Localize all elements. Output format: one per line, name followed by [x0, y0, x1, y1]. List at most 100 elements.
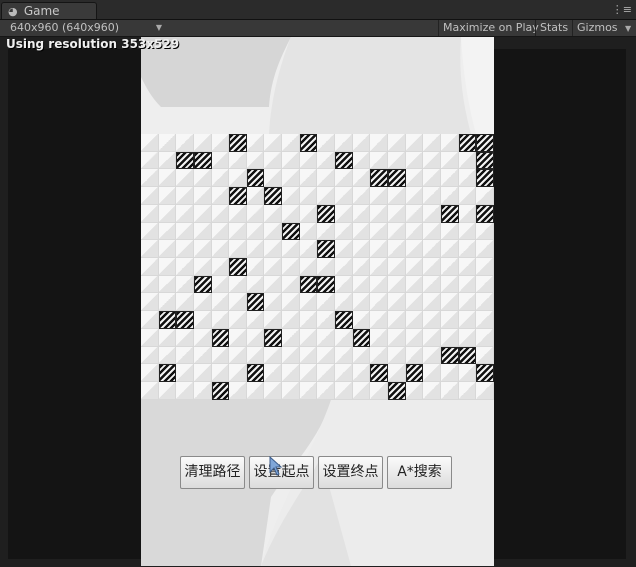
grid-cell[interactable]: [423, 293, 441, 312]
grid-cell[interactable]: [158, 293, 177, 312]
grid-cell[interactable]: [141, 134, 159, 152]
maximize-on-play-button[interactable]: Maximize on Play: [438, 20, 543, 36]
grid-cell-wall[interactable]: [299, 275, 318, 294]
grid-cell[interactable]: [158, 204, 177, 223]
grid-cell[interactable]: [141, 328, 159, 347]
grid-cell[interactable]: [317, 187, 336, 205]
grid-cell[interactable]: [352, 311, 371, 329]
grid-cell[interactable]: [282, 169, 300, 188]
grid-cell[interactable]: [193, 311, 212, 329]
grid-cell[interactable]: [423, 311, 441, 329]
grid-cell[interactable]: [387, 240, 406, 259]
grid-cell[interactable]: [193, 346, 212, 365]
grid-cell[interactable]: [476, 187, 494, 205]
grid-cell[interactable]: [387, 328, 406, 347]
grid-cell[interactable]: [405, 187, 424, 205]
grid-cell[interactable]: [246, 258, 265, 276]
grid-cell[interactable]: [299, 382, 318, 400]
grid-cell[interactable]: [317, 169, 336, 188]
grid-cell-wall[interactable]: [476, 169, 494, 188]
grid-cell[interactable]: [423, 222, 441, 241]
grid-cell[interactable]: [476, 275, 494, 294]
grid-cell[interactable]: [193, 328, 212, 347]
grid-cell[interactable]: [317, 134, 336, 152]
grid-cell[interactable]: [211, 293, 230, 312]
grid-cell[interactable]: [229, 311, 247, 329]
grid-cell[interactable]: [141, 169, 159, 188]
grid-cell[interactable]: [317, 293, 336, 312]
grid-cell[interactable]: [282, 258, 300, 276]
grid-cell[interactable]: [370, 275, 388, 294]
resolution-dropdown[interactable]: 640x960 (640x960) ▼: [4, 20, 166, 36]
grid-cell[interactable]: [176, 204, 194, 223]
astar-search-button[interactable]: A*搜索: [387, 456, 452, 489]
grid-cell[interactable]: [440, 364, 459, 383]
grid-cell[interactable]: [246, 275, 265, 294]
grid-cell[interactable]: [352, 258, 371, 276]
grid-cell[interactable]: [440, 311, 459, 329]
grid-cell[interactable]: [141, 311, 159, 329]
grid-cell-wall[interactable]: [476, 364, 494, 383]
grid-cell[interactable]: [440, 187, 459, 205]
tab-menu-icon[interactable]: ⋮≡: [612, 3, 632, 16]
grid-cell[interactable]: [264, 151, 283, 170]
grid-cell[interactable]: [299, 240, 318, 259]
grid-cell[interactable]: [176, 275, 194, 294]
grid-cell-wall[interactable]: [440, 346, 459, 365]
grid-cell[interactable]: [335, 169, 353, 188]
grid-cell[interactable]: [282, 364, 300, 383]
grid-cell[interactable]: [405, 346, 424, 365]
grid-cell[interactable]: [193, 222, 212, 241]
grid-cell[interactable]: [176, 382, 194, 400]
grid-cell[interactable]: [158, 222, 177, 241]
grid-cell[interactable]: [458, 151, 477, 170]
grid-cell[interactable]: [299, 328, 318, 347]
grid-cell[interactable]: [440, 328, 459, 347]
grid-cell[interactable]: [141, 293, 159, 312]
grid-cell-wall[interactable]: [370, 364, 388, 383]
grid-cell-wall[interactable]: [229, 134, 247, 152]
grid-cell-wall[interactable]: [176, 151, 194, 170]
grid-cell[interactable]: [299, 258, 318, 276]
grid-cell[interactable]: [352, 187, 371, 205]
path-grid[interactable]: [141, 134, 494, 400]
grid-cell[interactable]: [246, 151, 265, 170]
grid-cell[interactable]: [405, 222, 424, 241]
grid-cell[interactable]: [335, 187, 353, 205]
grid-cell[interactable]: [211, 258, 230, 276]
grid-cell[interactable]: [317, 222, 336, 241]
grid-cell-wall[interactable]: [317, 204, 336, 223]
grid-cell[interactable]: [141, 240, 159, 259]
grid-cell[interactable]: [264, 275, 283, 294]
grid-cell[interactable]: [458, 311, 477, 329]
grid-cell[interactable]: [264, 364, 283, 383]
grid-cell-wall[interactable]: [176, 311, 194, 329]
grid-cell[interactable]: [282, 134, 300, 152]
grid-cell[interactable]: [158, 275, 177, 294]
grid-cell[interactable]: [158, 382, 177, 400]
grid-cell[interactable]: [229, 293, 247, 312]
grid-cell[interactable]: [387, 293, 406, 312]
grid-cell[interactable]: [476, 346, 494, 365]
grid-cell-wall[interactable]: [229, 258, 247, 276]
grid-cell[interactable]: [335, 275, 353, 294]
grid-cell[interactable]: [264, 346, 283, 365]
grid-cell[interactable]: [423, 258, 441, 276]
grid-cell[interactable]: [387, 346, 406, 365]
grid-cell[interactable]: [476, 258, 494, 276]
grid-cell[interactable]: [440, 134, 459, 152]
grid-cell[interactable]: [246, 240, 265, 259]
grid-cell-wall[interactable]: [370, 169, 388, 188]
grid-cell-wall[interactable]: [158, 364, 177, 383]
grid-cell[interactable]: [141, 258, 159, 276]
grid-cell[interactable]: [141, 151, 159, 170]
grid-cell[interactable]: [264, 169, 283, 188]
grid-cell-wall[interactable]: [458, 134, 477, 152]
grid-cell-wall[interactable]: [476, 204, 494, 223]
grid-cell[interactable]: [458, 204, 477, 223]
grid-cell[interactable]: [335, 222, 353, 241]
clear-path-button[interactable]: 清理路径: [180, 456, 245, 489]
grid-cell[interactable]: [440, 222, 459, 241]
grid-cell[interactable]: [176, 240, 194, 259]
grid-cell[interactable]: [440, 169, 459, 188]
